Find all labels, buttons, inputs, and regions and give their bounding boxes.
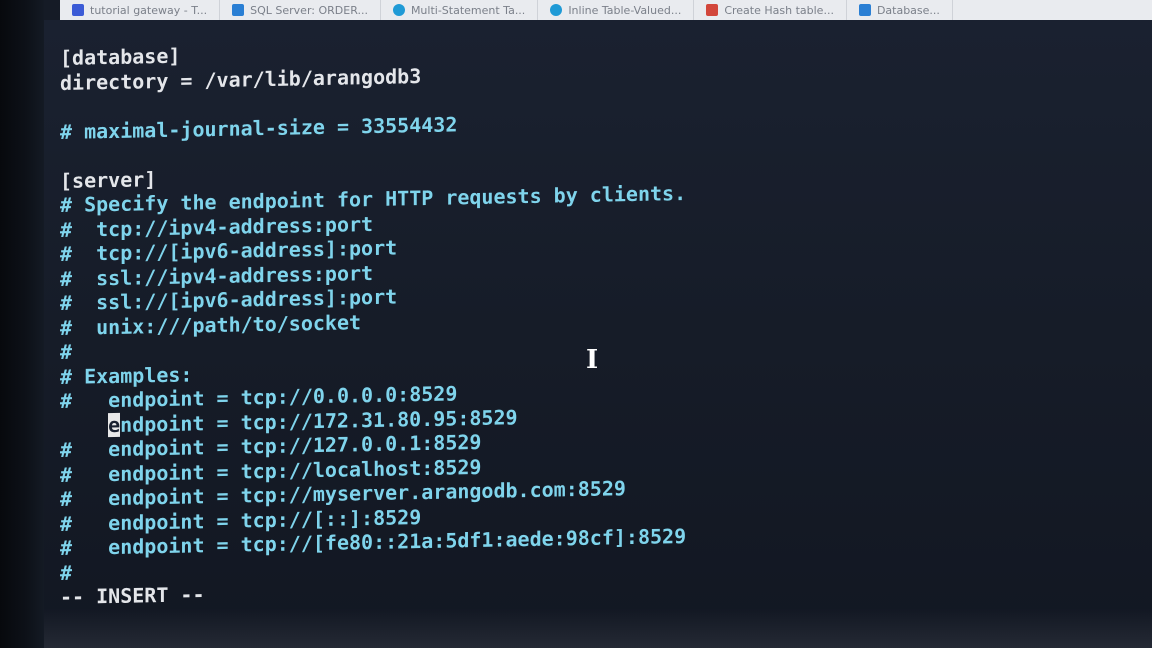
page-icon [550,4,563,16]
screen-glare [44,608,1152,648]
tab-label: tutorial gateway - T... [90,3,208,17]
screen-bezel [0,0,44,648]
browser-tab[interactable]: SQL Server: ORDER... [220,0,381,20]
tab-label: SQL Server: ORDER... [250,3,368,17]
browser-tab[interactable]: Inline Table-Valued... [538,0,695,20]
tab-label: Create Hash table... [724,3,834,17]
browser-tab[interactable]: Multi-Statement Ta... [381,0,539,20]
page-icon [858,4,871,16]
tutorialgateway-icon [72,4,84,16]
tab-label: Database... [876,3,940,17]
browser-tab[interactable]: Create Hash table... [694,0,847,20]
browser-tab-strip: tutorial gateway - T... SQL Server: ORDE… [60,0,1152,21]
mouse-ibeam-cursor-icon: I [586,345,599,375]
terminal-window[interactable]: [database] directory = /var/lib/arangodb3… [44,20,1152,648]
sqlserver-icon [232,4,245,16]
tab-label: Inline Table-Valued... [568,3,682,17]
browser-tab[interactable]: Database... [847,0,953,20]
vim-editor[interactable]: [database] directory = /var/lib/arangodb3… [60,34,686,610]
browser-tab[interactable]: tutorial gateway - T... [60,0,221,20]
msdocs-icon [392,4,405,16]
page-icon [706,4,719,16]
text-cursor: e [108,412,121,438]
tab-label: Multi-Statement Ta... [410,3,526,17]
